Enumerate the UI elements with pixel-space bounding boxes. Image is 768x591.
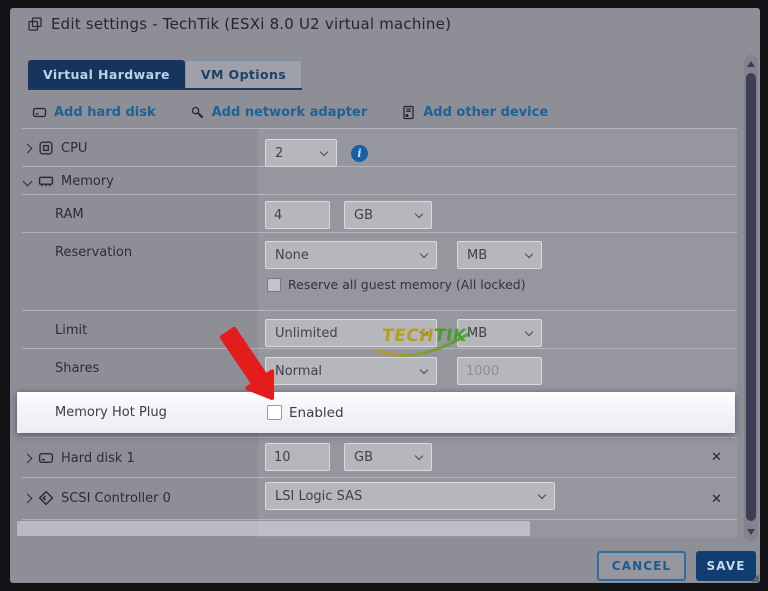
- row-partially-scrolled: [17, 520, 737, 538]
- watermark-swoosh: [375, 332, 469, 357]
- reservation-unit-select[interactable]: MB: [457, 241, 542, 269]
- chevron-right-icon[interactable]: [22, 453, 33, 463]
- scrollbar[interactable]: [744, 55, 758, 541]
- reserve-all-memory-checkbox[interactable]: [267, 277, 281, 292]
- reservation-select[interactable]: None: [265, 241, 437, 269]
- add-network-adapter-button[interactable]: Add network adapter: [190, 105, 368, 120]
- device-toolbar: Add hard disk Add network adapter Add ot…: [32, 105, 548, 120]
- cancel-button[interactable]: CANCEL: [597, 551, 686, 581]
- cpu-icon: [39, 141, 53, 155]
- memory-hot-plug-label: Memory Hot Plug: [55, 405, 167, 420]
- dialog-titlebar: Edit settings - TechTik (ESXi 8.0 U2 vir…: [28, 15, 451, 33]
- row-memory-section: Memory: [22, 167, 737, 195]
- chevron-right-icon[interactable]: [22, 493, 33, 503]
- techtik-watermark: TECHTIK: [375, 326, 469, 357]
- resize-handle[interactable]: [751, 574, 759, 582]
- tab-bar: Virtual Hardware VM Options: [28, 60, 303, 90]
- vm-settings-icon: [28, 17, 42, 31]
- add-other-device-button[interactable]: Add other device: [401, 105, 548, 120]
- reservation-label: Reservation: [55, 244, 133, 260]
- reservation-unit-value: MB: [467, 247, 488, 263]
- reservation-value: None: [275, 247, 309, 263]
- other-device-icon: [403, 105, 414, 120]
- chevron-down-icon: [319, 147, 329, 156]
- network-adapter-icon: [191, 106, 204, 119]
- remove-hard-disk-icon[interactable]: ✕: [711, 451, 722, 464]
- scsi-controller-type-value: LSI Logic SAS: [275, 488, 363, 504]
- cpu-count-value: 2: [275, 145, 284, 161]
- add-hard-disk-label: Add hard disk: [54, 105, 156, 120]
- chevron-down-icon: [414, 451, 424, 460]
- tab-virtual-hardware[interactable]: Virtual Hardware: [28, 60, 185, 88]
- hard-disk-1-label: Hard disk 1: [61, 450, 135, 466]
- ram-label: RAM: [55, 206, 84, 222]
- partial-row-control: [17, 521, 530, 536]
- scroll-down-icon[interactable]: [747, 529, 755, 535]
- scsi-controller-0-label: SCSI Controller 0: [61, 490, 171, 506]
- add-other-device-label: Add other device: [423, 105, 549, 120]
- hard-disk-icon: [38, 453, 54, 463]
- scrollbar-thumb[interactable]: [746, 73, 756, 521]
- edit-settings-dialog: Edit settings - TechTik (ESXi 8.0 U2 vir…: [10, 8, 760, 583]
- red-arrow-annotation: [219, 326, 275, 400]
- memory-section-label: Memory: [61, 173, 114, 189]
- scsi-controller-type-select[interactable]: LSI Logic SAS: [265, 482, 555, 510]
- hard-disk-unit-select[interactable]: GB: [344, 443, 432, 471]
- limit-label: Limit: [55, 322, 88, 338]
- save-button[interactable]: SAVE: [696, 551, 756, 581]
- chevron-down-icon: [524, 327, 534, 336]
- reserve-all-memory-option[interactable]: Reserve all guest memory (All locked): [267, 277, 526, 292]
- hard-disk-icon: [32, 107, 47, 118]
- row-ram: RAM GB: [22, 195, 737, 233]
- chevron-down-icon: [524, 249, 534, 258]
- chevron-down-icon: [419, 365, 429, 374]
- shares-label: Shares: [55, 360, 100, 376]
- hard-disk-unit-value: GB: [354, 449, 373, 465]
- scsi-controller-icon: [38, 490, 54, 506]
- info-icon[interactable]: i: [351, 144, 368, 162]
- chevron-down-icon[interactable]: [22, 176, 33, 186]
- row-hard-disk-1: Hard disk 1 GB ✕: [22, 438, 737, 478]
- hard-disk-size-input[interactable]: [265, 443, 330, 471]
- memory-hot-plug-row: Memory Hot Plug Enabled: [17, 392, 735, 433]
- chevron-right-icon[interactable]: [22, 143, 33, 153]
- chevron-down-icon: [537, 490, 547, 499]
- reserve-all-memory-label: Reserve all guest memory (All locked): [288, 277, 526, 292]
- add-hard-disk-button[interactable]: Add hard disk: [32, 105, 156, 120]
- cpu-label: CPU: [61, 140, 88, 156]
- tab-vm-options[interactable]: VM Options: [184, 60, 303, 88]
- row-reservation: Reservation None MB Reserve all guest me…: [22, 233, 737, 311]
- ram-size-input[interactable]: [265, 201, 330, 229]
- chevron-down-icon: [419, 249, 429, 258]
- ram-unit-select[interactable]: GB: [344, 201, 432, 229]
- remove-scsi-controller-icon[interactable]: ✕: [711, 493, 722, 506]
- dialog-title: Edit settings - TechTik (ESXi 8.0 U2 vir…: [51, 15, 452, 33]
- row-scsi-controller-0: SCSI Controller 0 LSI Logic SAS ✕: [22, 478, 737, 520]
- row-cpu: CPU 2 i: [22, 129, 737, 167]
- ram-unit-value: GB: [354, 207, 373, 223]
- memory-icon: [38, 176, 54, 187]
- chevron-down-icon: [414, 209, 424, 218]
- add-network-adapter-label: Add network adapter: [211, 105, 368, 120]
- scroll-up-icon[interactable]: [747, 61, 755, 67]
- cpu-count-select[interactable]: 2: [265, 139, 337, 167]
